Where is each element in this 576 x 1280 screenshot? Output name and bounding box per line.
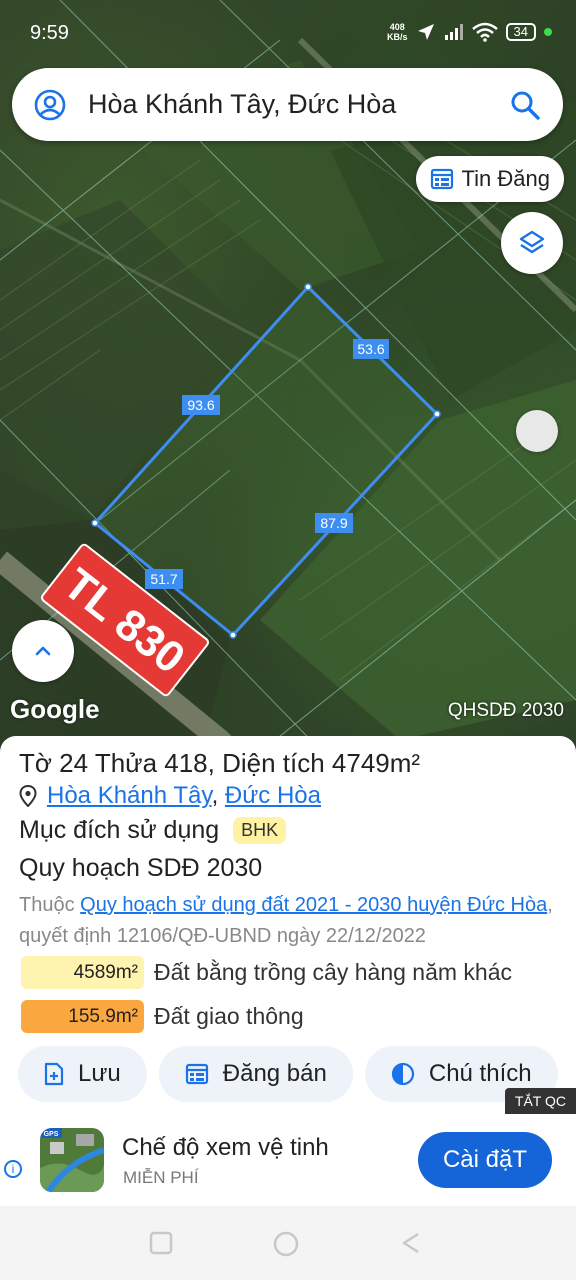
install-button[interactable]: Cài đặT (418, 1132, 552, 1188)
signal-icon (444, 24, 463, 40)
purpose-code-badge: BHK (233, 817, 287, 844)
map-control-button[interactable] (516, 410, 558, 452)
location-separator: , (211, 782, 219, 809)
satellite-map[interactable]: 53.6 93.6 87.9 51.7 TL 830 9:59 408 KB/s… (0, 0, 576, 760)
tin-dang-label: Tin Đăng (461, 166, 550, 191)
legend-label: Chú thích (428, 1060, 532, 1087)
plan-label: Quy hoạch SDĐ 2030 (19, 854, 263, 882)
location-district-link[interactable]: Đức Hòa (225, 782, 321, 809)
parcel-title: Tờ 24 Thửa 418, Diện tích 4749m² (19, 748, 421, 778)
land-use-row: 155.9m² Đất giao thông (21, 1000, 304, 1033)
system-nav-bar (0, 1206, 576, 1280)
calendar-list-icon (185, 1063, 208, 1085)
ad-title: Chế độ xem vệ tinh (122, 1134, 329, 1161)
plan-note: Thuộc Quy hoạch sử dụng đất 2021 - 2030 … (19, 890, 559, 952)
parcel-info-panel: Tờ 24 Thửa 418, Diện tích 4749m² Hòa Khá… (0, 736, 576, 1121)
tin-dang-button[interactable]: Tin Đăng (415, 156, 564, 202)
ad-subtitle: MIỄN PHÍ (123, 1168, 199, 1187)
ad-banner[interactable]: TẮT QC i GPS Chế độ xem vệ tinh MIỄN PHÍ… (0, 1088, 576, 1206)
post-sale-label: Đăng bán (222, 1060, 327, 1087)
back-icon[interactable] (398, 1230, 424, 1256)
wifi-icon (471, 22, 498, 42)
green-dot-icon (544, 28, 552, 36)
home-icon[interactable] (272, 1230, 300, 1258)
land-use-row: 4589m² Đất bằng trồng cây hàng năm khác (21, 956, 512, 989)
status-icons: 408 KB/s 34 (387, 22, 552, 42)
save-button[interactable]: Lưu (18, 1046, 147, 1102)
edge-label-bottom: 51.7 (150, 571, 177, 587)
svg-text:GPS: GPS (44, 1131, 59, 1138)
purpose-label: Mục đích sử dụng (19, 816, 220, 844)
post-sale-button[interactable]: Đăng bán (158, 1046, 353, 1102)
close-ad-button[interactable]: TẮT QC (504, 1088, 576, 1114)
action-buttons: Lưu Đăng bán Chú thích (18, 1046, 558, 1102)
save-label: Lưu (78, 1060, 121, 1087)
add-document-icon (44, 1062, 64, 1086)
layers-button[interactable] (501, 212, 563, 274)
search-icon[interactable] (509, 89, 541, 121)
battery-indicator: 34 (505, 23, 536, 41)
status-time: 9:59 (30, 22, 69, 44)
land-use-area: 4589m² (21, 956, 144, 989)
land-use-label: Đất giao thông (154, 1003, 304, 1029)
edge-label-left: 93.6 (187, 397, 214, 413)
location-arrow-icon (417, 24, 434, 40)
info-icon[interactable]: i (4, 1160, 22, 1178)
plan-document-link[interactable]: Quy hoạch sử dụng đất 2021 - 2030 huyện … (80, 894, 547, 916)
location-pin-icon (19, 785, 37, 807)
edge-label-top: 53.6 (357, 341, 384, 357)
expand-up-button[interactable] (12, 620, 74, 682)
calendar-list-icon (430, 168, 453, 190)
parcel-location: Hòa Khánh Tây, Đức Hòa (19, 782, 321, 810)
land-use-label: Đất bằng trồng cây hàng năm khác (154, 959, 513, 985)
overlay-label: QHSDĐ 2030 (447, 700, 564, 721)
network-speed: 408 KB/s (387, 22, 408, 42)
location-commune-link[interactable]: Hòa Khánh Tây (47, 782, 212, 809)
recent-apps-icon[interactable] (148, 1230, 174, 1256)
account-icon[interactable] (34, 89, 66, 121)
contrast-icon (391, 1062, 414, 1086)
purpose-row: Mục đích sử dụng BHK (19, 816, 287, 845)
layers-icon (519, 230, 545, 254)
search-input[interactable] (88, 89, 488, 120)
note-prefix: Thuộc (19, 894, 75, 916)
status-bar: 9:59 408 KB/s 34 (0, 0, 576, 64)
land-use-area: 155.9m² (21, 1000, 144, 1033)
edge-label-right: 87.9 (320, 515, 347, 531)
app-icon[interactable]: GPS (40, 1128, 104, 1192)
google-logo: Google (10, 694, 100, 724)
search-bar[interactable] (12, 68, 563, 141)
chevron-up-icon (35, 646, 51, 656)
